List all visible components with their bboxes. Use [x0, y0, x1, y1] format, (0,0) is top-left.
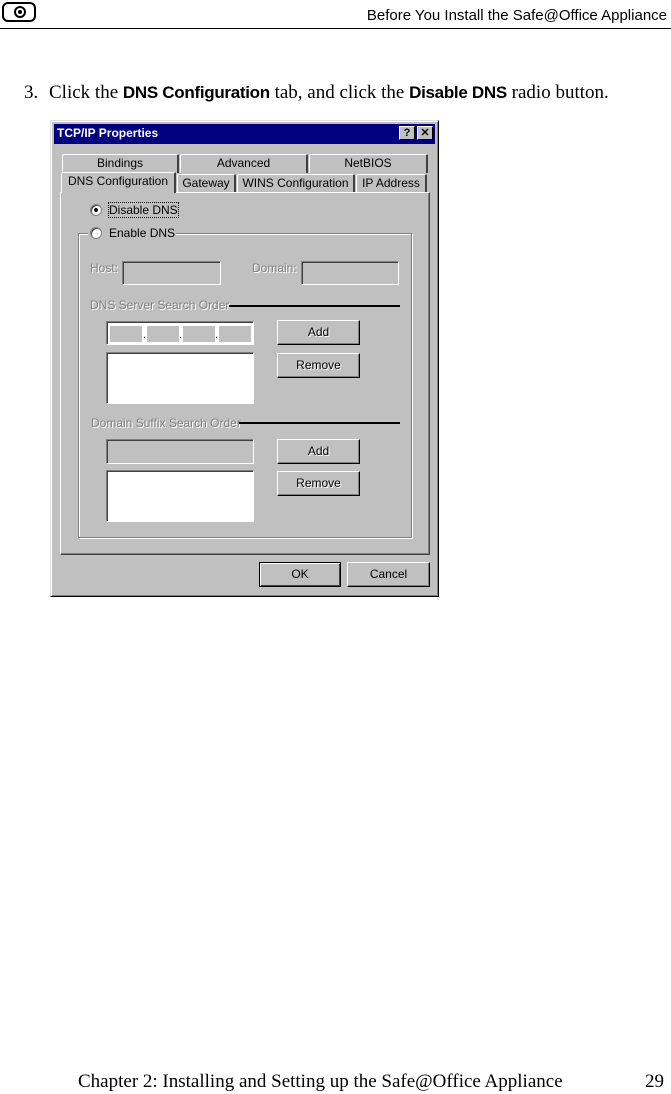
tab-bindings[interactable]: Bindings	[62, 154, 179, 173]
step-tab-name: DNS Configuration	[122, 83, 270, 102]
step-text-middle: tab, and click the	[269, 82, 410, 103]
step-number: 3.	[24, 82, 39, 103]
dialog-title: TCP/IP Properties	[57, 126, 159, 140]
running-header-title: Before You Install the Safe@Office Appli…	[366, 7, 667, 24]
help-button[interactable]: ?	[399, 126, 415, 140]
step-text-after: radio button.	[506, 82, 609, 103]
domain-suffix-input[interactable]	[106, 439, 254, 464]
enable-dns-radio[interactable]	[90, 227, 102, 239]
domain-suffix-add-button[interactable]: Add	[277, 439, 360, 464]
host-input[interactable]	[122, 261, 221, 285]
tab-dns-configuration[interactable]: DNS Configuration	[61, 172, 176, 193]
step-text-before: Click the	[49, 82, 123, 103]
domain-suffix-list[interactable]	[106, 470, 254, 522]
domain-input[interactable]	[301, 261, 399, 285]
domain-suffix-remove-button[interactable]: Remove	[277, 471, 360, 496]
dns-server-add-button[interactable]: Add	[277, 320, 360, 345]
enable-dns-label[interactable]: Enable DNS	[109, 226, 175, 240]
footer-chapter: Chapter 2: Installing and Setting up the…	[78, 1071, 563, 1092]
disable-dns-label[interactable]: Disable DNS	[108, 202, 179, 218]
dns-server-search-order-label: DNS Server Search Order	[90, 298, 230, 312]
tab-wins-configuration[interactable]: WINS Configuration	[237, 174, 355, 193]
host-label: Host:	[90, 261, 119, 275]
tab-ip-address[interactable]: IP Address	[356, 174, 427, 193]
close-button[interactable]: ✕	[417, 126, 433, 140]
check-point-logo-icon	[2, 2, 36, 22]
header-divider	[0, 28, 671, 29]
dns-server-separator	[229, 305, 400, 307]
domain-label: Domain:	[252, 261, 297, 275]
tab-gateway[interactable]: Gateway	[177, 174, 236, 193]
tab-netbios[interactable]: NetBIOS	[309, 154, 428, 173]
ok-button[interactable]: OK	[259, 562, 341, 587]
dialog-titlebar[interactable]: TCP/IP Properties ? ✕	[54, 124, 435, 144]
step-instruction: 3. Click the DNS Configuration tab, and c…	[24, 82, 609, 104]
domain-suffix-search-order-label: Domain Suffix Search Order	[91, 416, 241, 430]
page-number: 29	[645, 1071, 664, 1092]
dns-server-list[interactable]	[106, 352, 254, 404]
tab-advanced[interactable]: Advanced	[180, 154, 308, 173]
cancel-button[interactable]: Cancel	[347, 562, 430, 587]
step-radio-name: Disable DNS	[409, 83, 507, 102]
dns-server-remove-button[interactable]: Remove	[277, 353, 360, 378]
dns-server-ip-input[interactable]: . . .	[106, 321, 254, 345]
disable-dns-radio[interactable]	[90, 204, 102, 216]
domain-suffix-separator	[239, 422, 400, 424]
